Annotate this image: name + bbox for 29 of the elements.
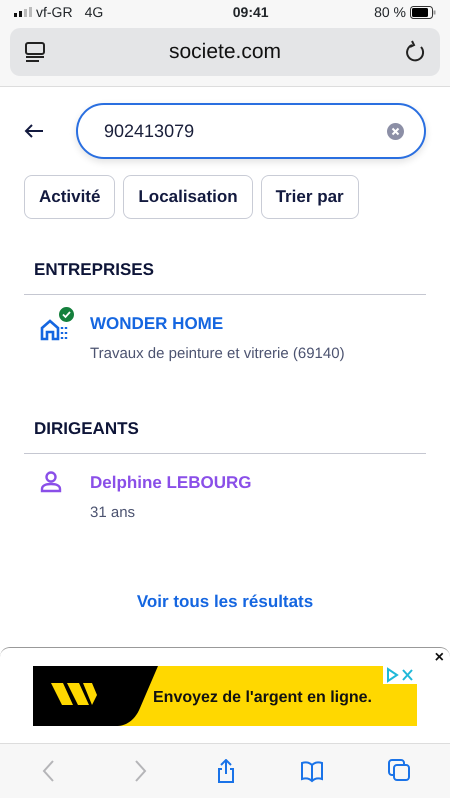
battery-icon <box>410 6 436 18</box>
company-link[interactable]: WONDER HOME <box>90 314 224 333</box>
reader-icon[interactable] <box>24 41 46 63</box>
filter-button[interactable]: Localisation <box>123 175 253 218</box>
ad-banner[interactable]: Envoyez de l'argent en ligne. <box>33 666 417 726</box>
see-all-link[interactable]: Voir tous les résultats <box>136 592 314 610</box>
network-type: 4G <box>84 2 104 22</box>
filter-button[interactable]: Activité <box>24 175 116 218</box>
section-heading: DIRIGEANTS <box>24 416 426 454</box>
filter-button[interactable]: Trier par <box>260 175 359 218</box>
person-age: 31 ans <box>90 503 136 523</box>
reload-icon[interactable] <box>404 40 426 64</box>
person-link[interactable]: Delphine LEBOURG <box>90 473 252 492</box>
tabs-icon[interactable] <box>388 758 410 783</box>
bookmarks-icon[interactable] <box>300 758 323 783</box>
signal-icon <box>14 7 32 17</box>
url-text[interactable]: societe.com <box>168 36 282 68</box>
clear-icon[interactable] <box>387 123 404 140</box>
back-arrow-icon[interactable] <box>24 124 44 138</box>
building-icon <box>40 317 70 341</box>
search-field[interactable]: 902413079 <box>76 103 426 159</box>
close-ad-button[interactable]: × <box>434 650 444 666</box>
carrier-name: vf-GR <box>36 2 73 22</box>
ad-text: Envoyez de l'argent en ligne. <box>153 688 372 708</box>
clock: 09:41 <box>232 2 270 22</box>
company-activity: Travaux de peinture et vitrerie (69140) <box>90 344 345 364</box>
section-heading: ENTREPRISES <box>24 256 426 295</box>
person-icon <box>40 470 62 493</box>
battery-percent: 80 % <box>374 2 406 22</box>
